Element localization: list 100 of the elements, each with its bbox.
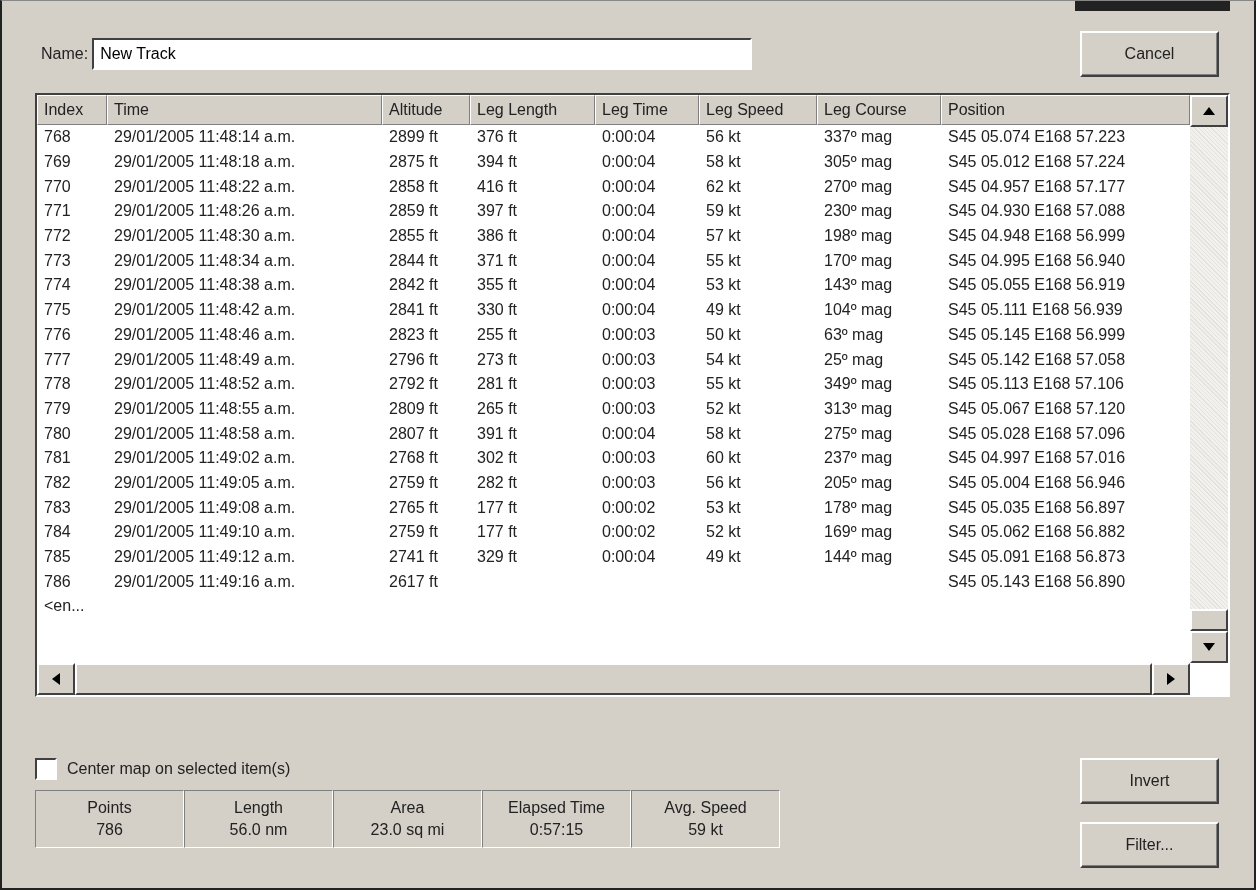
- table-cell-text: 178º mag: [823, 498, 894, 517]
- up-arrow-icon: [1202, 106, 1216, 116]
- table-cell-text: 104º mag: [823, 301, 894, 320]
- table-cell-text: 305º mag: [823, 153, 894, 172]
- table-cell-text: 0:00:04: [601, 251, 657, 270]
- table-cell-text: S45 04.995 E168 56.940: [947, 251, 1127, 270]
- invert-button[interactable]: Invert: [1080, 758, 1219, 804]
- table-cell-text: 2859 ft: [388, 202, 439, 221]
- table-cell-text: 2823 ft: [388, 325, 439, 344]
- table-cell-text: 29/01/2005 11:48:42 a.m.: [113, 301, 297, 320]
- table-cell-text: S45 04.948 E168 56.999: [947, 227, 1127, 246]
- table-cell-text: 54 kt: [705, 350, 742, 369]
- table-cell-text: S45 05.113 E168 57.106: [947, 375, 1125, 394]
- table-cell-text: 29/01/2005 11:48:55 a.m.: [113, 399, 297, 418]
- table-cell-text: 783: [43, 498, 72, 517]
- table-cell-text: 0:00:03: [601, 375, 657, 394]
- table-cell-text: 53 kt: [705, 276, 742, 295]
- column-header[interactable]: Position: [941, 95, 1190, 125]
- column-header[interactable]: Time: [107, 95, 382, 125]
- center-map-checkbox[interactable]: [35, 758, 57, 780]
- table-cell-text: 0:00:04: [601, 128, 657, 147]
- table-cell-text: 777: [43, 350, 72, 369]
- table-cell-text: 2809 ft: [388, 399, 439, 418]
- table-cell-text: 2792 ft: [388, 375, 439, 394]
- table-cell-text: 302 ft: [476, 449, 519, 468]
- table-cell-text: 782: [43, 473, 72, 492]
- column-header[interactable]: Altitude: [382, 95, 470, 125]
- table-cell-text: 2796 ft: [388, 350, 439, 369]
- table-cell-text: S45 05.004 E168 56.946: [947, 473, 1127, 492]
- table-cell-text: 2858 ft: [388, 177, 439, 196]
- table-cell-text: 0:00:04: [601, 548, 657, 567]
- table-cell-text: 329 ft: [476, 548, 519, 567]
- table-cell-text: 265 ft: [476, 399, 519, 418]
- table-cell-text: 769: [43, 153, 72, 172]
- table-cell-text: 177 ft: [476, 498, 519, 517]
- table-cell-text: S45 05.143 E168 56.890: [947, 572, 1127, 591]
- table-cell-text: 177 ft: [476, 523, 519, 542]
- table-cell-text: 0:00:04: [601, 301, 657, 320]
- table-cell-text: 0:00:03: [601, 325, 657, 344]
- table-cell-text: S45 05.012 E168 57.224: [947, 153, 1127, 172]
- scroll-left-button[interactable]: [37, 663, 75, 695]
- table-cell-text: 60 kt: [705, 449, 742, 468]
- stat-label: Area: [390, 799, 425, 817]
- table-cell-text: 775: [43, 301, 72, 320]
- table-cell-text: <en...: [43, 597, 86, 616]
- table-cell-text: 397 ft: [476, 202, 519, 221]
- table-cell-text: 784: [43, 523, 72, 542]
- table-cell-text: 2759 ft: [388, 523, 439, 542]
- table-cell-text: 230º mag: [823, 202, 894, 221]
- table-cell-text: 785: [43, 548, 72, 567]
- scroll-right-button[interactable]: [1152, 663, 1190, 695]
- table-cell-text: 780: [43, 424, 72, 443]
- stat-value: 0:57:15: [529, 821, 584, 839]
- scroll-up-button[interactable]: [1190, 95, 1228, 127]
- column-header[interactable]: Index: [37, 95, 107, 125]
- table-cell-text: 2765 ft: [388, 498, 439, 517]
- table-cell-text: 144º mag: [823, 548, 894, 567]
- column-header[interactable]: Leg Time: [595, 95, 699, 125]
- stat-value: 23.0 sq mi: [370, 821, 445, 839]
- stat-value: 56.0 nm: [229, 821, 288, 839]
- table-cell-text: 29/01/2005 11:49:08 a.m.: [113, 498, 297, 517]
- column-header[interactable]: Leg Length: [470, 95, 595, 125]
- table-cell-text: S45 04.930 E168 57.088: [947, 202, 1127, 221]
- table-cell-text: 55 kt: [705, 375, 742, 394]
- stat-label: Elapsed Time: [508, 799, 605, 817]
- vertical-scrollbar[interactable]: [1190, 95, 1228, 663]
- table-cell-text: 0:00:04: [601, 202, 657, 221]
- table-cell-text: 0:00:02: [601, 523, 657, 542]
- table-cell-text: 349º mag: [823, 375, 894, 394]
- horizontal-scrollbar[interactable]: [37, 663, 1190, 695]
- table-cell-text: 778: [43, 375, 72, 394]
- table-cell-text: S45 05.035 E168 56.897: [947, 498, 1127, 517]
- table-cell-text: 2759 ft: [388, 473, 439, 492]
- table-cell-text: 2899 ft: [388, 128, 439, 147]
- table-cell-text: 0:00:03: [601, 350, 657, 369]
- scroll-thumb[interactable]: [1190, 609, 1228, 631]
- table-cell-text: 391 ft: [476, 424, 519, 443]
- table-cell-text: 416 ft: [476, 177, 519, 196]
- table-cell-text: 62 kt: [705, 177, 742, 196]
- cancel-button[interactable]: Cancel: [1080, 31, 1219, 77]
- table-cell-text: 57 kt: [705, 227, 742, 246]
- column-header[interactable]: Leg Course: [817, 95, 941, 125]
- table-cell-text: 29/01/2005 11:48:30 a.m.: [113, 227, 297, 246]
- table-cell-text: 376 ft: [476, 128, 519, 147]
- column-header[interactable]: Leg Speed: [699, 95, 817, 125]
- stat-label: Length: [234, 799, 283, 817]
- table-cell-text: 58 kt: [705, 424, 742, 443]
- scroll-down-button[interactable]: [1190, 631, 1228, 663]
- filter-button[interactable]: Filter...: [1080, 822, 1219, 868]
- table-cell-text: 52 kt: [705, 523, 742, 542]
- table-cell-text: 337º mag: [823, 128, 894, 147]
- table-cell-text: 29/01/2005 11:48:58 a.m.: [113, 424, 297, 443]
- stat-value: 786: [96, 821, 123, 839]
- table-cell-text: 29/01/2005 11:49:16 a.m.: [113, 572, 297, 591]
- table-cell-text: 29/01/2005 11:48:14 a.m.: [113, 128, 297, 147]
- table-cell-text: 29/01/2005 11:49:12 a.m.: [113, 548, 297, 567]
- name-field[interactable]: New Track: [92, 38, 753, 70]
- table-cell-text: 198º mag: [823, 227, 894, 246]
- table-cell-text: 768: [43, 128, 72, 147]
- table-cell-text: 29/01/2005 11:49:10 a.m.: [113, 523, 297, 542]
